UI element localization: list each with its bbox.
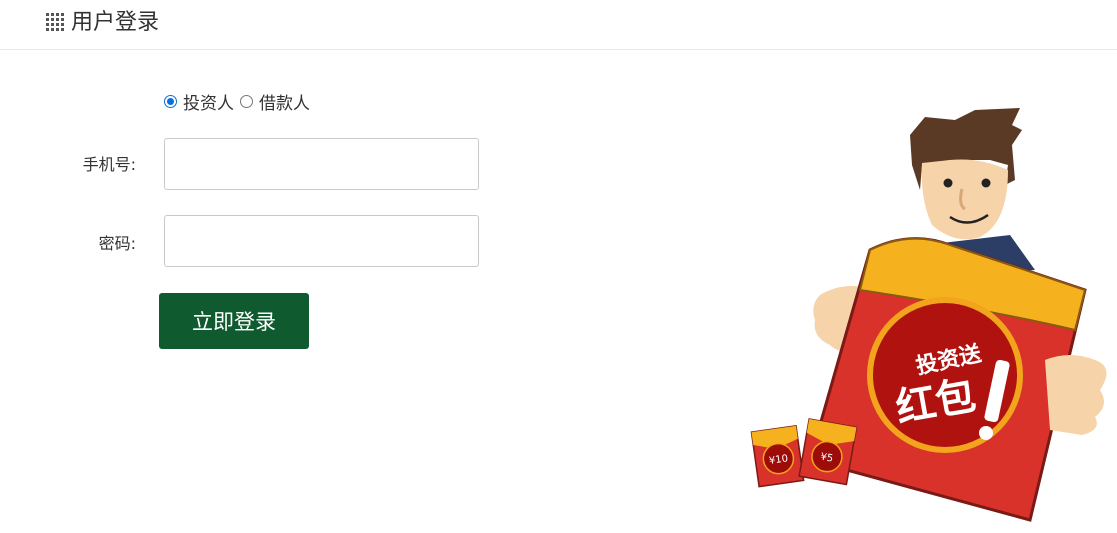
phone-input[interactable]	[164, 138, 479, 190]
password-label: 密码:	[98, 234, 136, 253]
red-envelope-promo-illustration: 投资送 红包 ¥10 ¥5	[750, 108, 1107, 522]
login-button[interactable]: 立即登录	[159, 293, 309, 349]
password-input[interactable]	[164, 215, 479, 267]
page-title: 用户登录	[71, 10, 160, 35]
radio-investor[interactable]	[164, 94, 177, 108]
radio-borrower[interactable]	[240, 94, 253, 108]
small-packet-5: ¥5	[819, 452, 833, 465]
role-selector: 投资人 借款人	[164, 89, 316, 114]
grid-icon	[46, 13, 64, 31]
radio-borrower-label[interactable]: 借款人	[259, 89, 310, 114]
phone-label: 手机号:	[82, 155, 136, 174]
radio-investor-label[interactable]: 投资人	[183, 89, 234, 114]
page-header: 用户登录	[0, 0, 1117, 50]
